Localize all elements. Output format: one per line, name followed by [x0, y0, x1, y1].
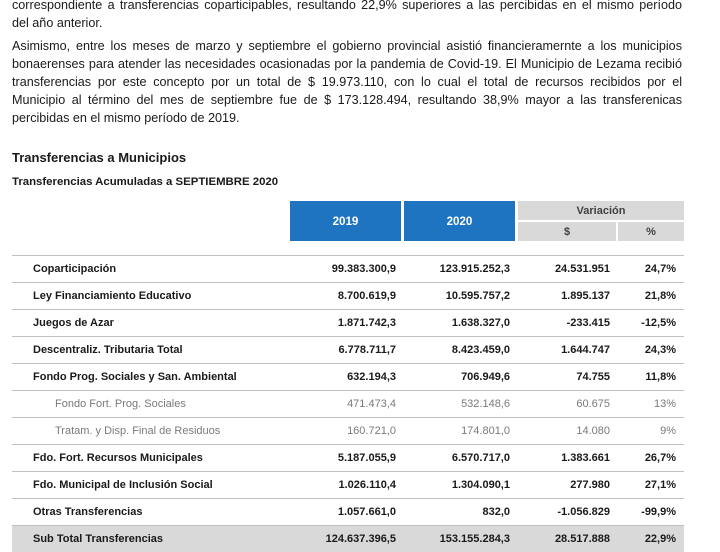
- cell-var-pct: 21,8%: [618, 283, 685, 310]
- table-row: Fondo Fort. Prog. Sociales 471.473,4 532.1…: [12, 391, 685, 418]
- cell-var-abs: 1.383.661: [518, 445, 618, 472]
- cell-2019: 8.700.619,9: [290, 283, 404, 310]
- paragraph-line: correspondiente a transferencias coparti…: [12, 0, 682, 12]
- table-row: Descentraliz. Tributaria Total 6.778.711,…: [12, 337, 685, 364]
- table-row: Ley Financiamiento Educativo 8.700.619,9 1…: [12, 283, 685, 310]
- cell-2020: 6.570.717,0: [404, 445, 518, 472]
- cell-2019: 6.778.711,7: [290, 337, 404, 364]
- paragraph-line: del año anterior.: [12, 16, 103, 30]
- cell-var-pct: 11,8%: [618, 364, 685, 391]
- row-label: Fdo. Fort. Recursos Municipales: [12, 445, 290, 472]
- cell-2019: 1.026.110,4: [290, 472, 404, 499]
- total-var-abs: 28.517.888: [518, 526, 618, 552]
- paragraph-line: Asimismo, entre los meses de marzo y sep…: [12, 39, 682, 53]
- transfers-table: 2019 2020 Variación $ % Coparticipación 9…: [12, 201, 685, 552]
- cell-2019: 1.871.742,3: [290, 310, 404, 337]
- cell-2020: 706.949,6: [404, 364, 518, 391]
- total-2019: 124.637.396,5: [290, 526, 404, 552]
- header-blank: [12, 201, 290, 241]
- header-year-2019: 2019: [290, 201, 404, 241]
- cell-2020: 532.148,6: [404, 391, 518, 418]
- table-row: Coparticipación 99.383.300,9 123.915.252,3…: [12, 256, 685, 283]
- paragraph-line: percibidas en el mismo período de 2019.: [12, 111, 240, 125]
- cell-var-abs: 277.980: [518, 472, 618, 499]
- cell-var-pct: 26,7%: [618, 445, 685, 472]
- cell-var-pct: -99,9%: [618, 499, 685, 526]
- cell-2020: 10.595.757,2: [404, 283, 518, 310]
- row-label: Ley Financiamiento Educativo: [12, 283, 290, 310]
- cell-2019: 471.473,4: [290, 391, 404, 418]
- row-label: Tratam. y Disp. Final de Residuos: [12, 418, 290, 445]
- row-label: Descentraliz. Tributaria Total: [12, 337, 290, 364]
- cell-var-abs: 1.644.747: [518, 337, 618, 364]
- cell-2019: 160.721,0: [290, 418, 404, 445]
- cell-var-abs: 1.895.137: [518, 283, 618, 310]
- cell-var-pct: 24,7%: [618, 256, 685, 283]
- cell-2020: 8.423.459,0: [404, 337, 518, 364]
- cell-2020: 123.915.252,3: [404, 256, 518, 283]
- table-row: Fdo. Municipal de Inclusión Social 1.026.…: [12, 472, 685, 499]
- header-year-2020: 2020: [404, 201, 518, 241]
- header-unit-pesos: $: [518, 220, 618, 241]
- cell-var-pct: 27,1%: [618, 472, 685, 499]
- header-unit-percent: %: [618, 220, 685, 241]
- cell-2020: 174.801,0: [404, 418, 518, 445]
- paragraph-line: bonaerenses para atender las necesidades…: [12, 57, 682, 71]
- cell-2019: 5.187.055,9: [290, 445, 404, 472]
- cell-var-abs: 60.675: [518, 391, 618, 418]
- table-row: Fdo. Fort. Recursos Municipales 5.187.055…: [12, 445, 685, 472]
- paragraph-line: transferencias por este concepto por un …: [12, 75, 682, 89]
- table-title: Transferencias Acumuladas a SEPTIEMBRE 2…: [12, 176, 279, 188]
- cell-2019: 1.057.661,0: [290, 499, 404, 526]
- paragraph-line: Municipio al término del mes de septiemb…: [12, 93, 682, 107]
- cell-var-pct: 13%: [618, 391, 685, 418]
- section-title: Transferencias a Municipios: [12, 150, 187, 165]
- cell-2019: 632.194,3: [290, 364, 404, 391]
- total-2020: 153.155.284,3: [404, 526, 518, 552]
- row-label: Coparticipación: [12, 256, 290, 283]
- intro-paragraph: correspondiente a transferencias coparti…: [12, 0, 682, 32]
- table-row: Otras Transferencias 1.057.661,0 832,0 -1.0…: [12, 499, 685, 526]
- cell-var-abs: 24.531.951: [518, 256, 618, 283]
- cell-2020: 1.638.327,0: [404, 310, 518, 337]
- row-label: Fondo Prog. Sociales y San. Ambiental: [12, 364, 290, 391]
- cell-2020: 832,0: [404, 499, 518, 526]
- total-var-pct: 22,9%: [618, 526, 685, 552]
- row-label: Fdo. Municipal de Inclusión Social: [12, 472, 290, 499]
- cell-2020: 1.304.090,1: [404, 472, 518, 499]
- cell-var-abs: 74.755: [518, 364, 618, 391]
- covid-assistance-paragraph: Asimismo, entre los meses de marzo y sep…: [12, 37, 682, 127]
- row-label: Otras Transferencias: [12, 499, 290, 526]
- cell-var-abs: -233.415: [518, 310, 618, 337]
- cell-var-abs: 14.080: [518, 418, 618, 445]
- header-variation: Variación: [518, 201, 685, 220]
- table-row: Fondo Prog. Sociales y San. Ambiental 632…: [12, 364, 685, 391]
- cell-2019: 99.383.300,9: [290, 256, 404, 283]
- table-row: Juegos de Azar 1.871.742,3 1.638.327,0 -233…: [12, 310, 685, 337]
- cell-var-pct: 24,3%: [618, 337, 685, 364]
- cell-var-abs: -1.056.829: [518, 499, 618, 526]
- cell-var-pct: -12,5%: [618, 310, 685, 337]
- total-label: Sub Total Transferencias: [12, 526, 290, 552]
- cell-var-pct: 9%: [618, 418, 685, 445]
- table-spacer: [12, 241, 685, 256]
- table-row: Tratam. y Disp. Final de Residuos 160.721…: [12, 418, 685, 445]
- row-label: Juegos de Azar: [12, 310, 290, 337]
- row-label: Fondo Fort. Prog. Sociales: [12, 391, 290, 418]
- table-row-total: Sub Total Transferencias 124.637.396,5 153…: [12, 526, 685, 552]
